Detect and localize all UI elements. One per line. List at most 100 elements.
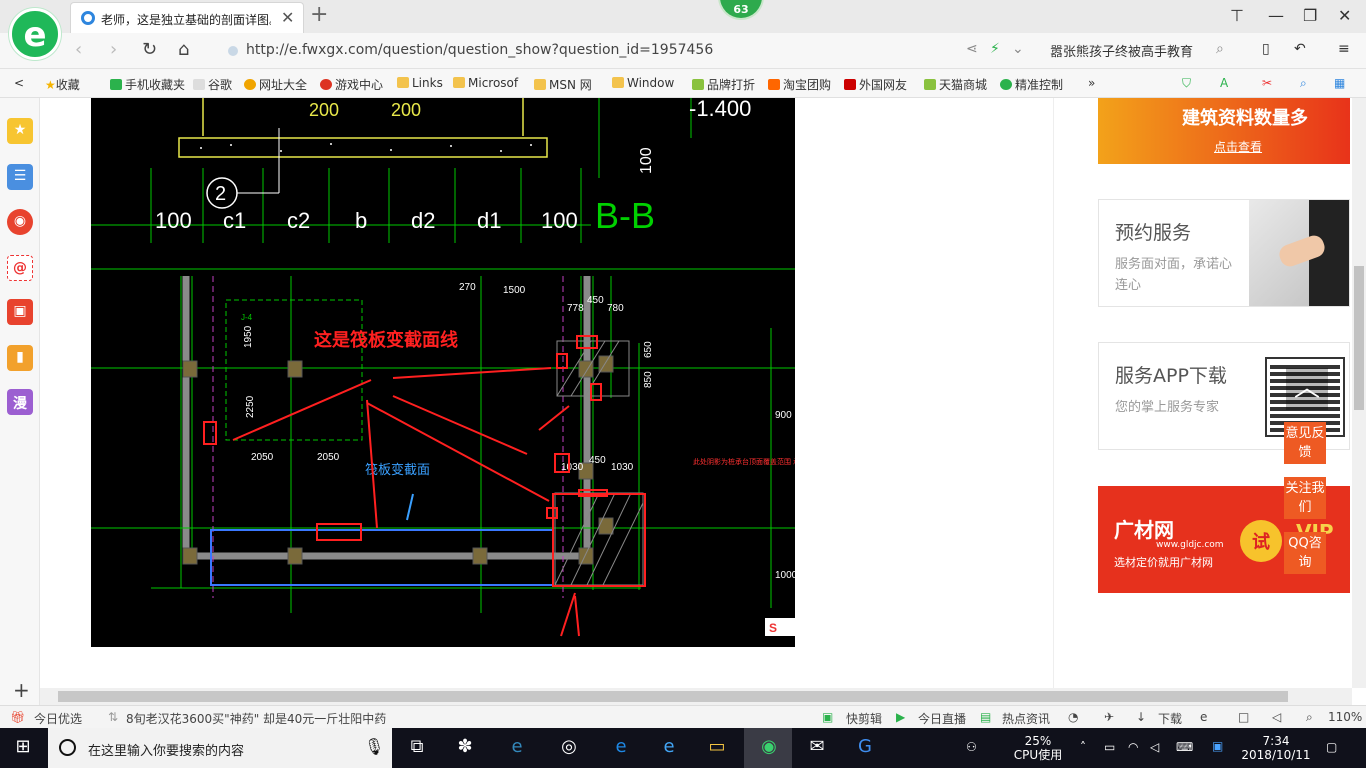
home-icon[interactable]: ⌂ [178, 39, 189, 60]
internet-explorer-icon[interactable]: e [656, 736, 682, 760]
phone-icon[interactable]: ▯ [1262, 41, 1270, 57]
bookmark-msn[interactable]: MSN 网 [534, 76, 592, 93]
bookmark-favorites[interactable]: ★收藏 [45, 76, 80, 93]
microphone-icon[interactable]: 🎙︎ [364, 737, 384, 756]
browser-logo[interactable]: e [9, 8, 61, 60]
clock[interactable]: 7:34 2018/10/11 [1240, 734, 1312, 762]
menu-icon[interactable]: ≡ [1338, 41, 1350, 57]
list-icon[interactable]: ☰ [7, 164, 33, 190]
add-sidebar-button[interactable]: + [13, 678, 30, 702]
forward-icon[interactable]: › [110, 39, 117, 60]
taskbar-search-box[interactable]: 在这里输入你要搜索的内容 🎙︎ [48, 728, 392, 768]
gamepad-icon[interactable]: ▣ [7, 299, 33, 325]
favorites-icon[interactable]: ★ [7, 118, 33, 144]
mail-task-icon[interactable]: ✉ [804, 736, 830, 760]
task-view-icon[interactable]: ⧉ [404, 736, 430, 760]
bookmark-icon[interactable]: ▮ [7, 345, 33, 371]
keyboard-icon[interactable]: ⌨ [1176, 740, 1193, 754]
battery-icon[interactable]: ▭ [1104, 740, 1115, 754]
close-tab-icon[interactable]: ✕ [281, 8, 294, 27]
news-ticker[interactable]: 8旬老汉花3600买"神药" 却是40元一斤壮阳中药 [126, 710, 386, 727]
tab-active[interactable]: 老师，这是独立基础的剖面详图。 ✕ [70, 2, 304, 33]
ie-edge-icon[interactable]: e [504, 736, 530, 760]
bookmarks-more[interactable]: » [1088, 76, 1095, 90]
quick-cut[interactable]: 快剪辑 [846, 710, 882, 727]
chevron-down-icon[interactable]: ⌄ [1012, 41, 1024, 57]
browser-task-icon[interactable]: ◉ [756, 736, 782, 760]
ad-top-link[interactable]: 点击查看 [1214, 138, 1262, 155]
window-icon[interactable]: □ [1238, 710, 1249, 724]
feedback-button[interactable]: 意见反馈 [1284, 422, 1326, 464]
bookmark-google[interactable]: 谷歌 [193, 76, 232, 93]
live-icon[interactable]: ▶ [896, 710, 905, 724]
address-input[interactable]: http://e.fwxgx.com/question/question_sho… [228, 39, 948, 63]
weibo-icon[interactable]: ◉ [7, 209, 33, 235]
bookmark-windows[interactable]: Window [612, 76, 674, 90]
scissors-icon[interactable]: ✂ [1262, 76, 1272, 90]
bookmark-brand[interactable]: 品牌打折 [692, 76, 755, 93]
tray-chevron-icon[interactable]: ˄ [1080, 740, 1086, 754]
shirt-icon[interactable]: ⊤ [1230, 6, 1244, 25]
bookmark-precise[interactable]: 精准控制 [1000, 76, 1063, 93]
vertical-scrollbar[interactable] [1352, 98, 1366, 688]
manga-icon[interactable]: 漫 [7, 389, 33, 415]
news-icon[interactable]: ▤ [980, 710, 991, 724]
bookmarks-collapse-icon[interactable]: < [14, 76, 24, 90]
back-to-top-icon[interactable]: ︿ [1286, 368, 1328, 410]
lightning-icon[interactable]: ⚡ [990, 41, 1000, 57]
minimize-icon[interactable]: — [1268, 6, 1284, 25]
cpu-monitor[interactable]: 25% CPU使用 [1012, 734, 1064, 762]
share-icon[interactable]: ⋖ [966, 41, 978, 57]
speed-icon[interactable]: ◔ [1068, 710, 1078, 724]
bookmark-links[interactable]: Links [397, 76, 443, 90]
download-label[interactable]: 下载 [1158, 710, 1182, 727]
grid-icon[interactable]: ▦ [1334, 76, 1345, 90]
bookmark-taobao[interactable]: 淘宝团购 [768, 76, 831, 93]
download-icon[interactable]: ↓ [1136, 710, 1146, 724]
edge-icon[interactable]: e [1200, 710, 1207, 724]
chrome-icon[interactable]: ◎ [556, 736, 582, 760]
bookmark-tmall[interactable]: 天猫商城 [924, 76, 987, 93]
restore-icon[interactable]: ❐ [1303, 6, 1317, 25]
gift-icon[interactable]: 🎁︎ [10, 710, 25, 724]
volume-icon[interactable]: ◁ [1150, 740, 1159, 754]
pinwheel-icon[interactable]: ✽ [452, 736, 478, 760]
bookmark-games[interactable]: 游戏中心 [320, 76, 383, 93]
close-window-icon[interactable]: ✕ [1338, 6, 1351, 25]
people-icon[interactable]: ⚇ [966, 740, 977, 754]
bookmark-mobile[interactable]: 手机收藏夹 [110, 76, 185, 93]
refresh-icon[interactable]: ↻ [142, 39, 157, 60]
sound-icon[interactable]: ◁ [1272, 710, 1281, 724]
user-tray-icon[interactable]: ▣ [1212, 739, 1223, 753]
magnifier-icon[interactable]: ⌕ [1300, 76, 1307, 91]
search-icon[interactable]: ⌕ [1216, 41, 1224, 57]
file-explorer-icon[interactable]: ▭ [704, 736, 730, 760]
bookmark-microsoft[interactable]: Microsof [453, 76, 518, 90]
horizontal-scrollbar[interactable] [40, 688, 1352, 705]
vertical-scroll-thumb[interactable] [1354, 266, 1364, 410]
mail-icon[interactable]: @ [7, 255, 33, 281]
edge-icon[interactable]: e [608, 736, 634, 760]
service-card[interactable]: 预约服务 服务面对面，承诺心连心 [1098, 199, 1350, 307]
back-icon[interactable]: ‹ [75, 39, 82, 60]
qq-consult-button[interactable]: QQ咨询 [1284, 532, 1326, 574]
follow-us-button[interactable]: 关注我们 [1284, 477, 1326, 519]
windows-start-icon[interactable]: ⊞ [10, 736, 36, 760]
bookmark-foreign[interactable]: 外国网友 [844, 76, 907, 93]
search-suggestion[interactable]: 嚣张熊孩子终被高手教育 [1050, 41, 1193, 60]
undo-icon[interactable]: ↶ [1294, 41, 1306, 57]
zoom-icon[interactable]: ⌕ [1306, 710, 1313, 725]
today-pick[interactable]: 今日优选 [34, 710, 82, 727]
pin-icon[interactable]: ✈ [1104, 710, 1114, 724]
hot-news[interactable]: 热点资讯 [1002, 710, 1050, 727]
quick-cut-icon[interactable]: ▣ [822, 710, 833, 724]
zoom-level[interactable]: 110% [1328, 710, 1362, 724]
bookmark-hao[interactable]: 网址大全 [244, 76, 307, 93]
ad-banner-materials[interactable]: 建筑资料数量多 点击查看 [1098, 98, 1350, 164]
live[interactable]: 今日直播 [918, 710, 966, 727]
translate-icon[interactable]: A [1220, 76, 1228, 90]
notification-center-icon[interactable]: ▢ [1326, 740, 1337, 754]
horizontal-scroll-thumb[interactable] [58, 691, 1288, 702]
notification-badge[interactable]: 63 [718, 0, 764, 20]
shield-icon[interactable]: ⛉ [1182, 76, 1191, 91]
